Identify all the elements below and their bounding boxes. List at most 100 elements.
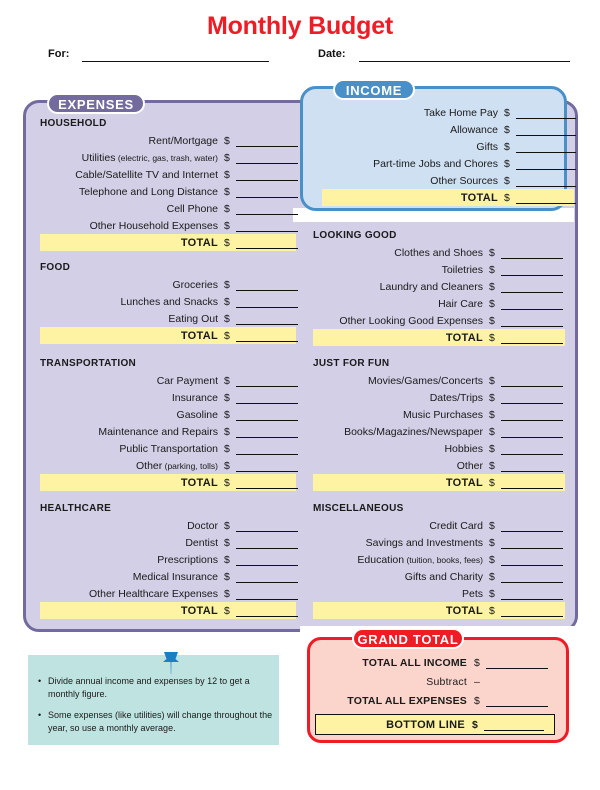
amount-input-line[interactable]: [501, 298, 563, 310]
expense-section-household: HOUSEHOLD Rent/Mortgage $ Utilities (electr…: [40, 118, 298, 251]
amount-input-line[interactable]: [236, 409, 298, 421]
amount-input-line[interactable]: [236, 605, 298, 617]
amount-input-line[interactable]: [236, 460, 298, 472]
amount-input-line[interactable]: [236, 443, 298, 455]
bullet-icon: •: [38, 710, 42, 720]
line-item-row: Public Transportation $: [40, 440, 298, 457]
amount-input-line[interactable]: [236, 203, 298, 215]
amount-input-line[interactable]: [236, 313, 298, 325]
amount-input-line[interactable]: [516, 124, 576, 136]
amount-input-line[interactable]: [236, 477, 298, 489]
bottom-line-input[interactable]: [484, 719, 544, 731]
total-row: TOTAL $: [40, 602, 298, 619]
amount-input-line[interactable]: [501, 443, 563, 455]
amount-input-line[interactable]: [236, 135, 298, 147]
total-row: TOTAL $: [313, 602, 565, 619]
amount-input-line[interactable]: [236, 537, 298, 549]
amount-input-line[interactable]: [516, 107, 576, 119]
date-input-line[interactable]: [359, 61, 570, 62]
amount-input-line[interactable]: [486, 657, 548, 669]
currency-symbol: $: [224, 295, 230, 308]
grand-total-row-label: Subtract: [426, 675, 467, 688]
line-item-label: Other: [456, 459, 483, 472]
line-item-label: Toiletries: [441, 263, 483, 276]
amount-input-line[interactable]: [501, 315, 563, 327]
section-title: LOOKING GOOD: [313, 230, 397, 241]
line-item-row: Credit Card $: [313, 517, 565, 534]
amount-input-line[interactable]: [501, 460, 563, 472]
line-item-row: Movies/Games/Concerts $: [313, 372, 565, 389]
amount-input-line[interactable]: [236, 571, 298, 583]
line-item-label: Gifts and Charity: [404, 570, 483, 583]
section-title: HOUSEHOLD: [40, 118, 107, 129]
for-input-line[interactable]: [82, 61, 269, 62]
amount-input-line[interactable]: [501, 264, 563, 276]
income-panel-tab: INCOME: [333, 79, 415, 100]
amount-input-line[interactable]: [236, 220, 298, 232]
line-item-row: Savings and Investments $: [313, 534, 565, 551]
grand-total-row: TOTAL ALL EXPENSES $: [315, 691, 561, 710]
amount-input-line[interactable]: [236, 392, 298, 404]
amount-input-line[interactable]: [501, 571, 563, 583]
amount-input-line[interactable]: [501, 554, 563, 566]
amount-input-line[interactable]: [501, 588, 563, 600]
amount-input-line[interactable]: [501, 375, 563, 387]
amount-input-line[interactable]: [236, 426, 298, 438]
amount-input-line[interactable]: [501, 426, 563, 438]
amount-input-line[interactable]: [516, 175, 576, 187]
expense-section-transportation: TRANSPORTATION Car Payment $ Insurance $ Gaso…: [40, 358, 298, 491]
amount-input-line[interactable]: [516, 158, 576, 170]
line-item-label: Insurance: [171, 391, 218, 404]
line-item-row: Medical Insurance $: [40, 568, 298, 585]
amount-input-line[interactable]: [236, 330, 298, 342]
line-item-label: Other Sources: [430, 174, 498, 187]
amount-input-line[interactable]: [486, 695, 548, 707]
currency-symbol: $: [489, 408, 495, 421]
amount-input-line[interactable]: [236, 237, 298, 249]
line-item-row: Gasoline $: [40, 406, 298, 423]
expense-section-food: FOOD Groceries $ Lunches and Snacks $ Eating …: [40, 262, 298, 344]
amount-input-line[interactable]: [501, 605, 563, 617]
currency-symbol: $: [224, 425, 230, 438]
amount-input-line[interactable]: [501, 247, 563, 259]
amount-input-line[interactable]: [236, 520, 298, 532]
amount-input-line[interactable]: [236, 588, 298, 600]
line-item-row: Eating Out $: [40, 310, 298, 327]
tip-text: Divide annual income and expenses by 12 …: [48, 676, 250, 699]
amount-input-line[interactable]: [501, 537, 563, 549]
line-item-label: Dates/Trips: [429, 391, 483, 404]
amount-input-line[interactable]: [236, 554, 298, 566]
amount-input-line[interactable]: [236, 296, 298, 308]
line-item-label: TOTAL: [445, 331, 483, 344]
amount-input-line[interactable]: [236, 375, 298, 387]
amount-input-line[interactable]: [236, 186, 298, 198]
currency-symbol: $: [489, 587, 495, 600]
currency-symbol: $: [224, 329, 230, 342]
line-item-label: Gifts: [476, 140, 498, 153]
line-item-label: TOTAL: [445, 604, 483, 617]
line-item-label: Car Payment: [156, 374, 218, 387]
amount-input-line[interactable]: [236, 152, 298, 164]
line-item-label: Cell Phone: [166, 202, 218, 215]
line-item-label: Hair Care: [438, 297, 483, 310]
amount-input-line[interactable]: [501, 281, 563, 293]
section-title: FOOD: [40, 262, 71, 273]
amount-input-line[interactable]: [516, 141, 576, 153]
currency-symbol: $: [224, 408, 230, 421]
amount-input-line[interactable]: [236, 169, 298, 181]
amount-input-line[interactable]: [501, 520, 563, 532]
amount-input-line[interactable]: [501, 477, 563, 489]
amount-input-line[interactable]: [516, 192, 576, 204]
amount-input-line[interactable]: [236, 279, 298, 291]
line-item-row: Doctor $: [40, 517, 298, 534]
line-item-label: Other Healthcare Expenses: [89, 587, 218, 600]
currency-symbol: $: [224, 442, 230, 455]
total-row: TOTAL $: [313, 329, 565, 346]
amount-input-line[interactable]: [501, 332, 563, 344]
line-item-row: Pets $: [313, 585, 565, 602]
currency-symbol: $: [224, 459, 230, 472]
currency-symbol: $: [489, 246, 495, 259]
amount-input-line[interactable]: [501, 392, 563, 404]
bottom-line-label: BOTTOM LINE: [386, 718, 465, 731]
amount-input-line[interactable]: [501, 409, 563, 421]
